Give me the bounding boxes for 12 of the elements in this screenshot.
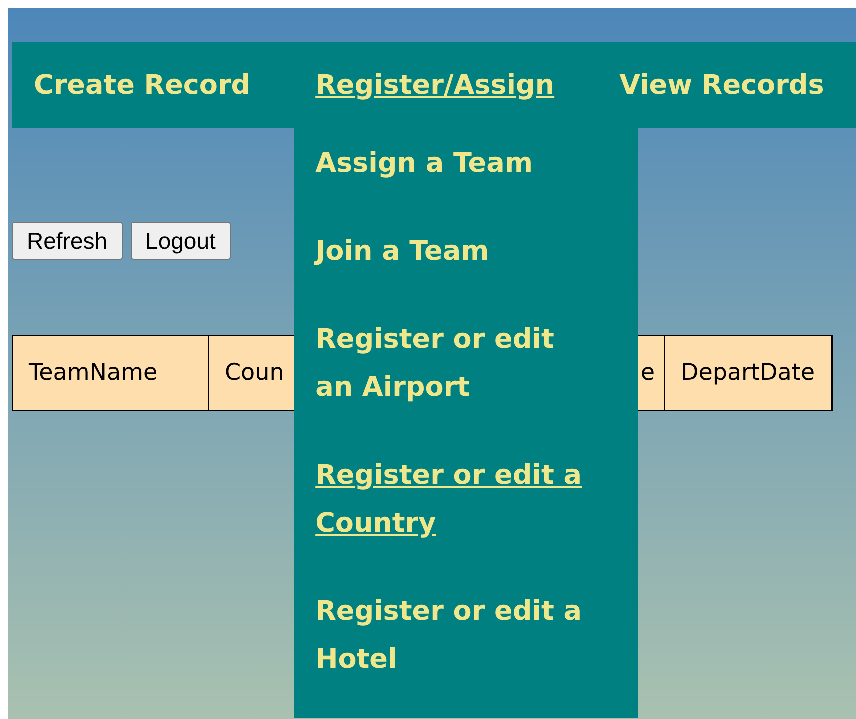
nav-link[interactable]: Register/Assign: [294, 70, 598, 100]
column-header: TeamName: [13, 336, 209, 410]
menu-item[interactable]: Register or edit a Hotel: [294, 568, 638, 704]
action-button[interactable]: Logout: [130, 222, 231, 260]
nav-link[interactable]: View Records: [598, 70, 856, 100]
menu-item[interactable]: Register or edit an Airport: [294, 296, 638, 432]
menu-item[interactable]: Assign a Team: [294, 140, 638, 208]
menu-item[interactable]: Register or edit a Country: [294, 432, 638, 568]
menu-item[interactable]: Join a Team: [294, 208, 638, 296]
column-header: DepartDate: [665, 336, 832, 410]
nav-link[interactable]: Create Record: [12, 70, 294, 100]
action-button[interactable]: Refresh: [12, 222, 123, 260]
